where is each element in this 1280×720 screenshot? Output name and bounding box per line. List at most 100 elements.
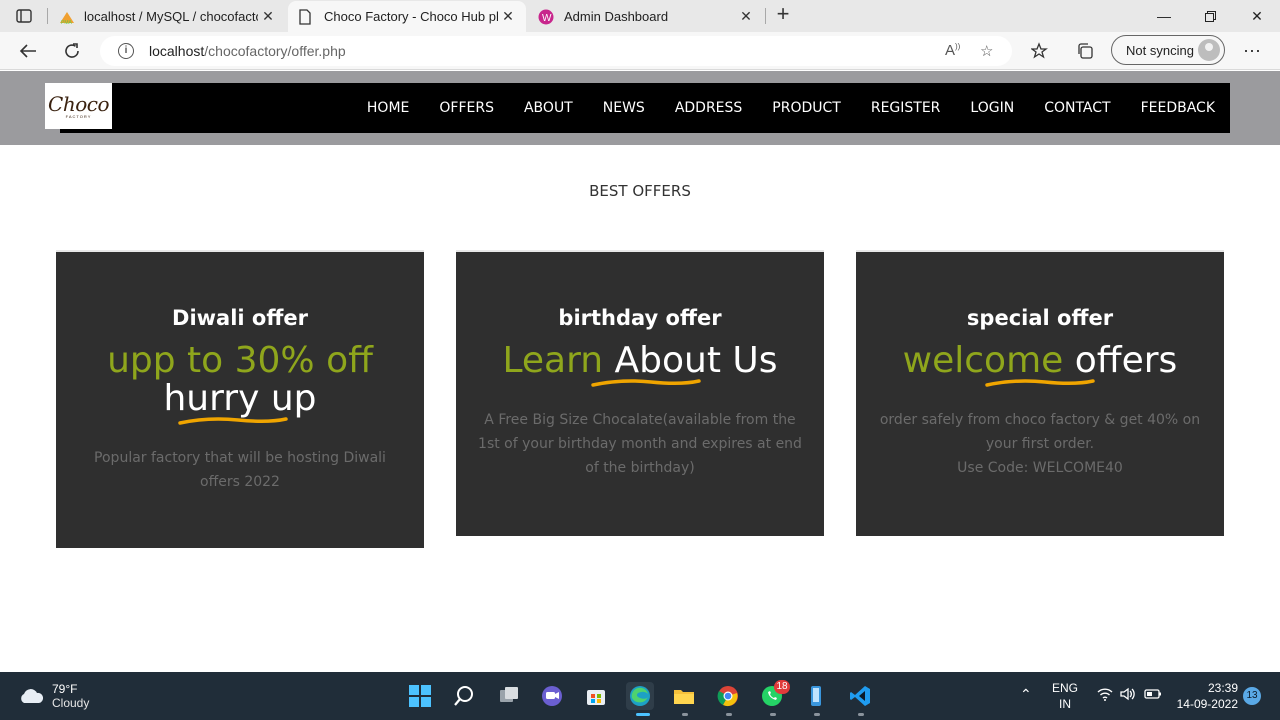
offer-headline-green: Learn — [502, 340, 604, 381]
vscode-icon[interactable] — [846, 682, 874, 710]
start-icon[interactable] — [406, 682, 434, 710]
chrome-icon[interactable] — [714, 682, 742, 710]
tab-title: Choco Factory - Choco Hub php — [324, 9, 498, 24]
url-host: localhost — [149, 43, 205, 59]
maximize-icon[interactable] — [1187, 0, 1233, 32]
search-icon[interactable] — [450, 682, 478, 710]
close-tab-icon[interactable]: ✕ — [498, 8, 518, 25]
nav-feedback[interactable]: FEEDBACK — [1141, 100, 1215, 116]
active-indicator — [636, 713, 650, 716]
running-indicator — [814, 713, 820, 716]
tab-title: Admin Dashboard — [564, 9, 669, 24]
offer-headline: upp to 30% off hurry up — [56, 340, 424, 425]
nav-address[interactable]: ADDRESS — [675, 100, 742, 116]
sync-label: Not syncing — [1126, 42, 1194, 58]
svg-text:PMA: PMA — [61, 20, 73, 25]
weather-widget[interactable]: 79°F Cloudy — [18, 682, 89, 710]
read-aloud-icon[interactable]: A)) — [945, 42, 960, 59]
offer-headline-green: welcome — [902, 340, 1064, 381]
volume-icon[interactable] — [1120, 687, 1136, 705]
logo-subtext: FACTORY — [65, 113, 92, 119]
brush-underline-icon — [178, 417, 289, 425]
offer-title: special offer — [966, 306, 1114, 330]
offer-title: Diwali offer — [172, 306, 308, 330]
favorites-icon[interactable] — [1026, 39, 1054, 63]
running-indicator — [726, 713, 732, 716]
site-info-icon[interactable]: i — [118, 43, 134, 59]
nav-offers[interactable]: OFFERS — [439, 100, 494, 116]
region-code: IN — [1059, 697, 1071, 711]
language-code: ENG — [1052, 681, 1079, 695]
notification-count[interactable]: 13 — [1243, 687, 1261, 705]
brush-underline-icon — [985, 379, 1095, 387]
tab-separator — [765, 8, 766, 24]
whatsapp-badge: 18 — [774, 680, 790, 694]
nav-login[interactable]: LOGIN — [970, 100, 1014, 116]
offer-description-line: order safely from choco factory & get 40… — [879, 412, 1201, 452]
show-hidden-icons-icon[interactable]: ⌃ — [1020, 686, 1032, 702]
dashboard-icon: W — [538, 9, 554, 25]
offer-title: birthday offer — [558, 306, 722, 330]
cloud-icon — [21, 689, 44, 703]
offer-headline-white-text: hurry up — [163, 378, 317, 419]
brush-underline-icon — [590, 379, 701, 387]
add-favorite-icon[interactable]: ☆ — [980, 42, 993, 60]
more-options-icon[interactable]: ⋯ — [1238, 39, 1266, 63]
offer-headline-white: About Us — [590, 340, 778, 387]
close-tab-icon[interactable]: ✕ — [736, 8, 756, 25]
offer-headline-white-text: About Us — [614, 340, 778, 381]
edge-icon[interactable] — [626, 682, 654, 710]
phone-link-icon[interactable] — [802, 682, 830, 710]
address-bar[interactable]: i localhost/chocofactory/offer.php A)) ☆ — [100, 36, 1012, 66]
offer-headline: welcome offers — [856, 340, 1224, 387]
running-indicator — [682, 713, 688, 716]
site-menu: HOME OFFERS ABOUT NEWS ADDRESS PRODUCT R… — [337, 83, 1215, 133]
offer-card-special: special offer welcome offers order safel… — [856, 250, 1224, 536]
close-tab-icon[interactable]: ✕ — [258, 8, 278, 25]
offer-description: A Free Big Size Chocalate(available from… — [478, 412, 802, 476]
site-logo[interactable]: Choco FACTORY — [45, 83, 112, 129]
offer-card-birthday: birthday offer Learn About Us A Free Big… — [456, 250, 824, 536]
file-explorer-icon[interactable] — [670, 682, 698, 710]
minimize-icon[interactable]: ― — [1141, 0, 1187, 32]
logo-text: Choco — [48, 91, 109, 116]
nav-news[interactable]: NEWS — [603, 100, 645, 116]
nav-about[interactable]: ABOUT — [524, 100, 573, 116]
tab-choco-factory[interactable]: Choco Factory - Choco Hub php ✕ — [288, 1, 526, 32]
page-icon — [298, 8, 314, 25]
clock[interactable]: 23:39 14-09-2022 — [1174, 680, 1238, 712]
language-indicator[interactable]: ENG IN — [1052, 680, 1078, 712]
url-path: /chocofactory/offer.php — [204, 43, 346, 59]
offer-headline-green: upp to 30% off — [107, 340, 373, 381]
running-indicator — [770, 713, 776, 716]
tab-title: localhost / MySQL / chocofactory — [84, 9, 258, 24]
weather-text: Cloudy — [52, 696, 90, 710]
refresh-icon[interactable] — [58, 39, 86, 63]
nav-register[interactable]: REGISTER — [871, 100, 941, 116]
nav-contact[interactable]: CONTACT — [1044, 100, 1110, 116]
tab-admin-dashboard[interactable]: W Admin Dashboard ✕ — [528, 1, 764, 32]
chat-icon[interactable] — [538, 682, 566, 710]
phpmyadmin-icon: PMA — [58, 9, 74, 26]
browser-toolbar: i localhost/chocofactory/offer.php A)) ☆… — [0, 32, 1280, 70]
avatar — [1198, 39, 1220, 61]
offer-headline: Learn About Us — [456, 340, 824, 387]
nav-home[interactable]: HOME — [367, 100, 409, 116]
clock-time: 23:39 — [1207, 681, 1238, 695]
tab-phpmyadmin[interactable]: PMA localhost / MySQL / chocofactory ✕ — [48, 1, 286, 32]
url-text[interactable]: localhost/chocofactory/offer.php — [149, 43, 346, 59]
collections-icon[interactable] — [1071, 39, 1099, 63]
store-icon[interactable] — [582, 682, 610, 710]
battery-icon[interactable] — [1144, 687, 1162, 705]
profile-sync-button[interactable]: Not syncing — [1111, 35, 1225, 65]
wifi-icon[interactable] — [1097, 687, 1113, 705]
tab-actions-icon[interactable] — [8, 6, 40, 26]
offer-code: Use Code: WELCOME40 — [957, 460, 1123, 476]
new-tab-button[interactable]: + — [772, 3, 794, 26]
close-window-icon[interactable]: ✕ — [1234, 0, 1280, 32]
task-view-icon[interactable] — [495, 682, 523, 710]
tab-strip: PMA localhost / MySQL / chocofactory ✕ C… — [0, 0, 1280, 32]
site-navbar: HOME OFFERS ABOUT NEWS ADDRESS PRODUCT R… — [60, 83, 1230, 133]
nav-product[interactable]: PRODUCT — [772, 100, 841, 116]
back-icon[interactable] — [14, 39, 42, 63]
